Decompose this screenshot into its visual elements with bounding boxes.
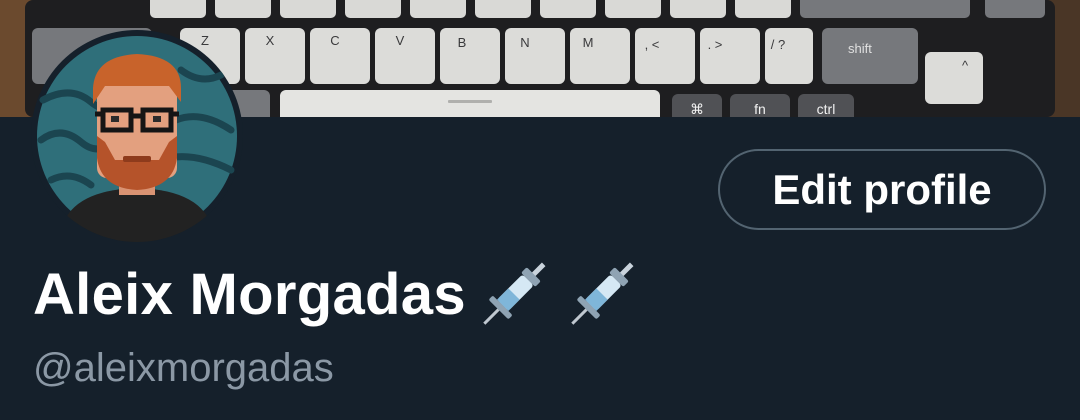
- display-name: Aleix Morgadas: [33, 261, 466, 327]
- keycap-fn: fn: [754, 101, 766, 117]
- profile-avatar[interactable]: [31, 30, 243, 242]
- keycap-cmd: ⌘: [690, 101, 704, 117]
- keycap-m: M: [583, 35, 594, 50]
- keycap-c: C: [330, 33, 339, 48]
- keycap-x: X: [266, 33, 275, 48]
- keycap-ctrl: ctrl: [817, 101, 836, 117]
- keycap-up: ^: [962, 58, 969, 73]
- keycap-b: B: [458, 35, 467, 50]
- edit-profile-button[interactable]: Edit profile: [718, 149, 1046, 230]
- profile-handle: @aleixmorgadas: [33, 346, 334, 390]
- keycap-shift: shift: [848, 41, 872, 56]
- keycap-slash: / ?: [771, 37, 785, 52]
- keycap-period: . >: [708, 37, 723, 52]
- syringe-icon: [562, 254, 642, 334]
- keycap-z: Z: [201, 33, 209, 48]
- keycap-v: V: [396, 33, 405, 48]
- syringe-icon: [474, 254, 554, 334]
- profile-name-row: Aleix Morgadas: [33, 258, 642, 330]
- keycap-n: N: [520, 35, 529, 50]
- keycap-comma: , <: [645, 37, 660, 52]
